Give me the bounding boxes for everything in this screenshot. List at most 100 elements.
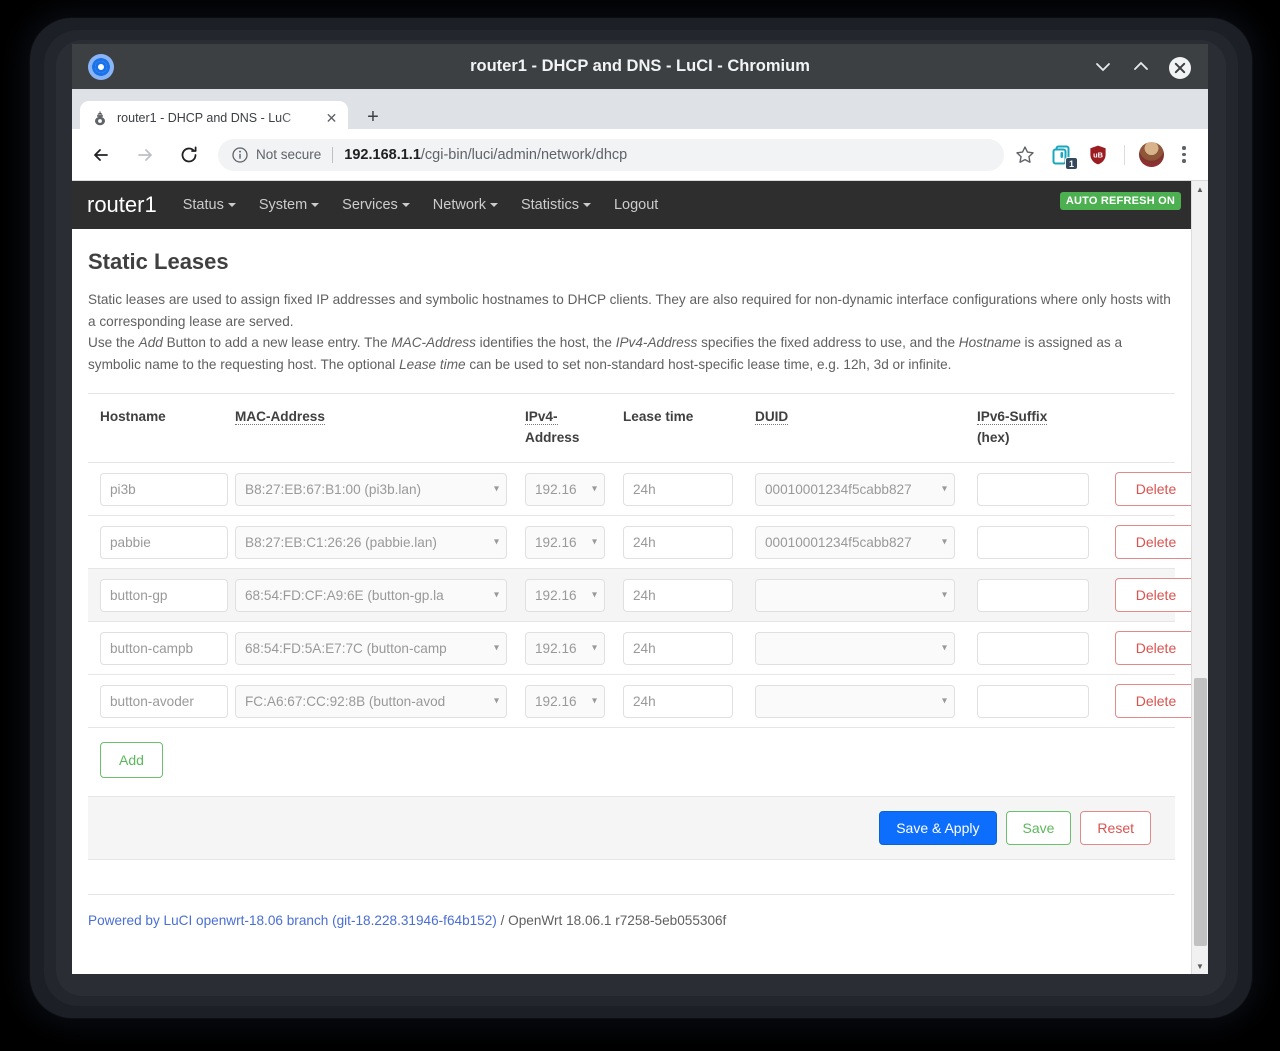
hostname-input[interactable] (100, 472, 228, 506)
close-button[interactable] (1168, 56, 1191, 79)
lease-time-input[interactable] (623, 472, 733, 506)
page-scrollbar[interactable]: ▲ ▼ (1191, 181, 1208, 974)
duid-select[interactable]: 00010001234f5cabb827 (755, 472, 955, 506)
new-tab-button[interactable]: + (358, 102, 388, 132)
hostname-input[interactable] (100, 631, 228, 665)
duid-select[interactable] (755, 684, 955, 718)
duid-select[interactable] (755, 578, 955, 612)
bookmark-star-icon[interactable] (1014, 144, 1036, 166)
url-path: /cgi-bin/luci/admin/network/dhcp (420, 146, 628, 163)
form-action-bar: Save & Apply Save Reset (88, 796, 1175, 860)
duid-select[interactable] (755, 631, 955, 665)
scrollbar-thumb[interactable] (1194, 678, 1207, 946)
duid-value: 00010001234f5cabb827 (765, 481, 912, 497)
table-row: 68:54:FD:CF:A9:6E (button-gp.la 192.16 D… (88, 569, 1191, 622)
chrome-menu-icon[interactable] (1174, 144, 1194, 166)
ipv4-address-select[interactable]: 192.16 (525, 578, 605, 612)
ipv4-address-value: 192.16 (535, 534, 577, 550)
lease-time-input[interactable] (623, 578, 733, 612)
nav-label-services: Services (342, 197, 398, 213)
save-and-apply-button[interactable]: Save & Apply (879, 811, 997, 845)
nav-label-statistics: Statistics (520, 197, 579, 213)
ublock-origin-icon[interactable]: uB (1086, 143, 1110, 167)
minimize-button[interactable] (1092, 56, 1114, 78)
info-icon[interactable] (232, 146, 248, 163)
ipv4-address-select[interactable]: 192.16 (525, 525, 605, 559)
address-bar[interactable]: Not secure 192.168.1.1/cgi-bin/luci/admi… (218, 138, 1004, 171)
page-title: Static Leases (88, 249, 229, 274)
back-button[interactable] (86, 140, 116, 170)
mac-address-select[interactable]: FC:A6:67:CC:92:8B (button-avod (235, 684, 507, 718)
desc2-c: identifies the host, the (475, 335, 616, 350)
nav-label-status: Status (182, 197, 224, 213)
scroll-down-arrow-icon[interactable]: ▼ (1192, 958, 1208, 974)
nav-item-status[interactable]: Status (183, 197, 236, 213)
ipv6-suffix-input[interactable] (977, 578, 1089, 612)
desc2-em-mac: MAC-Address (391, 335, 476, 350)
nav-item-system[interactable]: System (259, 197, 320, 213)
delete-button[interactable]: Delete (1115, 578, 1191, 612)
chevron-down-icon (489, 203, 498, 208)
nav-item-statistics[interactable]: Statistics (521, 197, 591, 213)
page-footer: Powered by LuCI openwrt-18.06 branch (gi… (88, 894, 1175, 928)
delete-button[interactable]: Delete (1115, 684, 1191, 718)
extension-icon[interactable]: 1 (1050, 143, 1078, 170)
add-row-container: Add (88, 728, 1175, 796)
hostname-input[interactable] (100, 525, 228, 559)
delete-button[interactable]: Delete (1115, 472, 1191, 506)
mac-address-value: FC:A6:67:CC:92:8B (button-avod (245, 693, 446, 709)
ipv4-address-select[interactable]: 192.16 (525, 631, 605, 665)
tab-close-icon[interactable]: ✕ (323, 110, 340, 127)
forward-button[interactable] (130, 140, 160, 170)
mac-address-select[interactable]: 68:54:FD:5A:E7:7C (button-camp (235, 631, 507, 665)
add-button[interactable]: Add (100, 742, 163, 778)
window-title: router1 - DHCP and DNS - LuCI - Chromium (470, 57, 810, 75)
table-header-row: Hostname MAC-Address IPv4- Address Lease … (88, 394, 1175, 463)
reload-button[interactable] (174, 140, 204, 170)
luci-version-link[interactable]: Powered by LuCI openwrt-18.06 branch (gi… (88, 913, 497, 928)
nav-item-network[interactable]: Network (433, 197, 498, 213)
mac-address-select[interactable]: B8:27:EB:67:B1:00 (pi3b.lan) (235, 472, 507, 506)
luci-page: router1 Status System Services Network S… (72, 181, 1191, 974)
svg-text:uB: uB (1093, 150, 1103, 159)
ipv6-suffix-input[interactable] (977, 684, 1089, 718)
lease-time-input[interactable] (623, 631, 733, 665)
reset-button[interactable]: Reset (1080, 811, 1151, 845)
ipv6-suffix-input[interactable] (977, 525, 1089, 559)
column-header-duid-label: DUID (755, 409, 789, 425)
save-button[interactable]: Save (1005, 811, 1072, 845)
lease-time-input[interactable] (623, 525, 733, 559)
column-header-ipv4-label2: Address (525, 430, 580, 445)
mac-address-value: 68:54:FD:CF:A9:6E (button-gp.la (245, 587, 444, 603)
ipv6-suffix-input[interactable] (977, 631, 1089, 665)
nav-item-logout[interactable]: Logout (614, 197, 658, 213)
hostname-input[interactable] (100, 578, 228, 612)
delete-button[interactable]: Delete (1115, 631, 1191, 665)
nav-item-services[interactable]: Services (342, 197, 410, 213)
table-row: B8:27:EB:C1:26:26 (pabbie.lan) 192.16 00… (88, 516, 1191, 569)
auto-refresh-badge[interactable]: AUTO REFRESH ON (1059, 192, 1181, 210)
ipv4-address-select[interactable]: 192.16 (525, 684, 605, 718)
ipv6-suffix-input[interactable] (977, 472, 1089, 506)
browser-tab[interactable]: router1 - DHCP and DNS - LuC ✕ (80, 101, 348, 135)
mac-address-select[interactable]: B8:27:EB:C1:26:26 (pabbie.lan) (235, 525, 507, 559)
hostname-input[interactable] (100, 684, 228, 718)
column-header-duid: DUID (755, 406, 955, 427)
ipv4-address-value: 192.16 (535, 481, 577, 497)
ipv4-address-select[interactable]: 192.16 (525, 472, 605, 506)
lease-time-input[interactable] (623, 684, 733, 718)
avatar[interactable] (1139, 142, 1164, 167)
luci-navbar: router1 Status System Services Network S… (72, 181, 1191, 229)
chevron-down-icon (227, 203, 236, 208)
browser-toolbar: Not secure 192.168.1.1/cgi-bin/luci/admi… (72, 129, 1208, 181)
luci-brand[interactable]: router1 (87, 192, 157, 218)
duid-select[interactable]: 00010001234f5cabb827 (755, 525, 955, 559)
delete-button[interactable]: Delete (1115, 525, 1191, 559)
omnibox-divider (332, 146, 334, 163)
mac-address-select[interactable]: 68:54:FD:CF:A9:6E (button-gp.la (235, 578, 507, 612)
maximize-button[interactable] (1130, 56, 1152, 78)
desc2-em-ipv4: IPv4-Address (615, 335, 698, 350)
scroll-up-arrow-icon[interactable]: ▲ (1192, 181, 1208, 197)
desc2-d: specifies the fixed address to use, and … (697, 335, 959, 350)
chromium-icon (88, 53, 114, 80)
